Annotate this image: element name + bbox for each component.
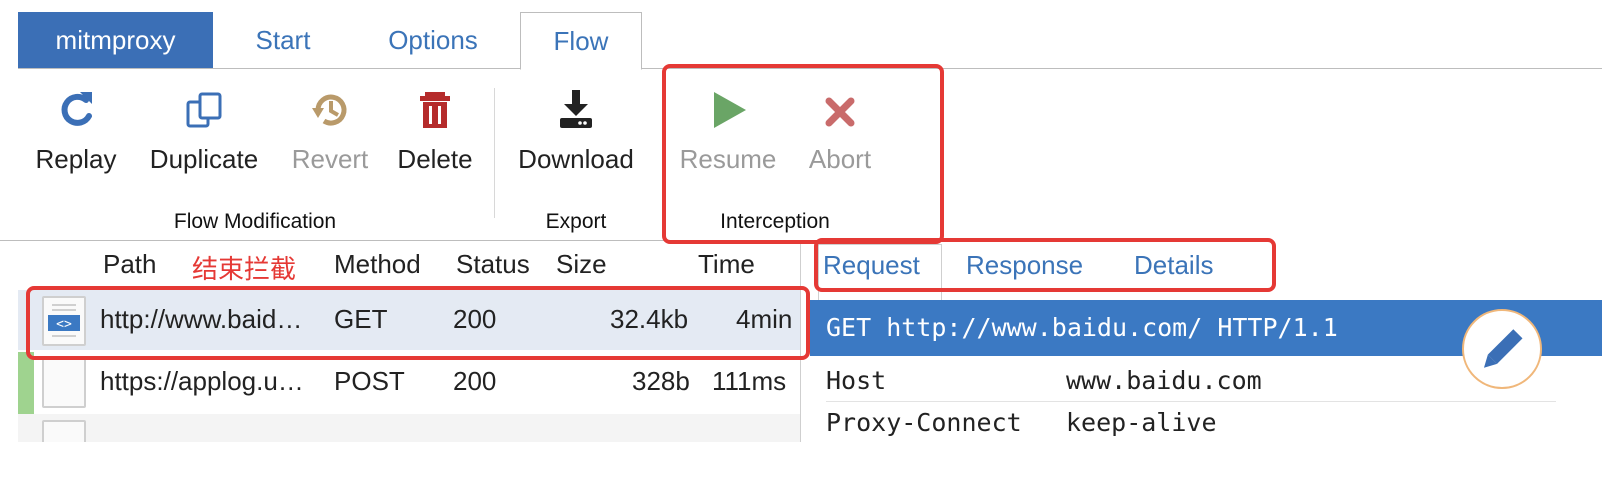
flow-row[interactable]: <> http://www.baid… GET 200 32.4kb 4min xyxy=(18,290,800,350)
replay-label: Replay xyxy=(35,144,117,174)
refresh-icon xyxy=(30,88,122,138)
flow-path: https://applog.u… xyxy=(100,366,304,396)
column-size[interactable]: Size xyxy=(556,249,607,280)
header-value[interactable]: www.baidu.com xyxy=(1066,366,1262,395)
toolbar-separator xyxy=(494,88,495,218)
html-file-icon: <> xyxy=(42,296,86,346)
close-icon xyxy=(800,88,880,138)
revert-label: Revert xyxy=(291,144,369,174)
tab-mitmproxy[interactable]: mitmproxy xyxy=(18,12,213,68)
download-label: Download xyxy=(518,144,634,174)
tab-response[interactable]: Response xyxy=(966,250,1083,281)
abort-button[interactable]: Abort xyxy=(800,88,880,175)
flow-row[interactable]: https://applog.u… POST 200 328b 111ms xyxy=(18,352,800,416)
pane-divider[interactable] xyxy=(800,240,801,450)
tab-request[interactable]: Request xyxy=(823,250,920,281)
intercept-marker xyxy=(18,352,34,416)
download-icon xyxy=(508,88,644,138)
file-icon xyxy=(42,358,86,408)
resume-button[interactable]: Resume xyxy=(672,88,784,175)
column-time[interactable]: Time xyxy=(698,249,755,280)
play-icon xyxy=(672,88,784,138)
tab-flow[interactable]: Flow xyxy=(520,12,642,70)
tab-options[interactable]: Options xyxy=(368,12,498,68)
flow-time: 4min xyxy=(736,304,793,334)
header-name: Proxy-Connect xyxy=(826,408,1022,437)
request-line-text: GET http://www.baidu.com/ HTTP/1.1 xyxy=(826,313,1338,342)
group-label-interception: Interception xyxy=(720,210,830,233)
flow-status: 200 xyxy=(453,304,497,334)
abort-label: Abort xyxy=(808,144,872,174)
history-icon xyxy=(285,88,375,138)
delete-button[interactable]: Delete xyxy=(392,88,478,175)
flow-method: GET xyxy=(334,304,388,334)
revert-button[interactable]: Revert xyxy=(285,88,375,175)
header-row: Host xyxy=(826,366,886,395)
duplicate-label: Duplicate xyxy=(149,144,259,174)
group-label-flow-modification: Flow Modification xyxy=(173,210,337,233)
flow-time: 111ms xyxy=(712,366,787,396)
download-button[interactable]: Download xyxy=(508,88,644,175)
flow-path: http://www.baid… xyxy=(100,304,303,334)
flow-method: POST xyxy=(334,366,405,396)
flow-status: 200 xyxy=(453,366,497,396)
copy-icon xyxy=(140,88,268,138)
group-label-export: Export xyxy=(545,210,607,233)
flow-list-header: Path 结束拦截 Method Status Size Time xyxy=(0,240,800,289)
edit-button[interactable] xyxy=(1462,309,1542,389)
header-name: Host xyxy=(826,366,887,395)
header-row: Proxy-Connect xyxy=(826,408,1022,437)
svg-text:<>: <> xyxy=(56,317,72,332)
page-bottom xyxy=(0,442,1602,488)
column-path[interactable]: Path xyxy=(103,249,157,280)
replay-button[interactable]: Replay xyxy=(30,88,122,175)
flow-size: 32.4kb xyxy=(610,304,689,334)
header-value[interactable]: keep-alive xyxy=(1066,408,1217,437)
tab-start[interactable]: Start xyxy=(233,12,333,68)
resume-label: Resume xyxy=(679,144,777,174)
pencil-icon xyxy=(1483,329,1523,368)
delete-label: Delete xyxy=(397,144,473,174)
tab-bar: mitmproxy Start Options Flow xyxy=(18,12,1602,70)
header-divider xyxy=(826,401,1556,402)
annotation-label: 结束拦截 xyxy=(192,254,297,284)
flow-size: 328b xyxy=(632,366,690,396)
tab-details[interactable]: Details xyxy=(1134,250,1213,281)
trash-icon xyxy=(392,88,478,138)
duplicate-button[interactable]: Duplicate xyxy=(140,88,268,175)
column-status[interactable]: Status xyxy=(456,249,530,280)
column-method[interactable]: Method xyxy=(334,249,421,280)
